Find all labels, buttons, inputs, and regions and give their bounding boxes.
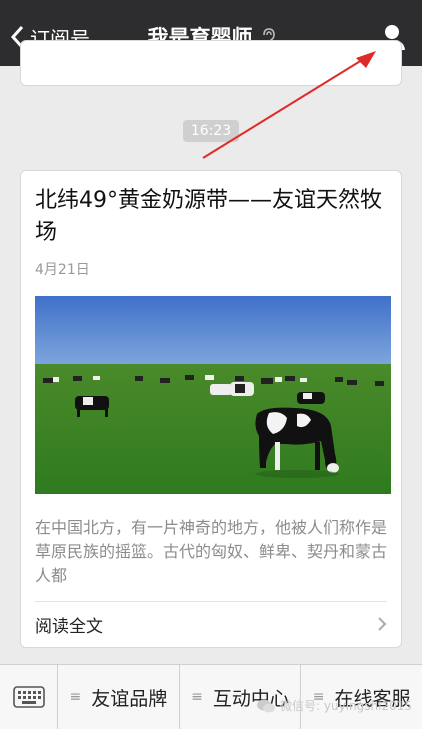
- cows-grazing-photo: [35, 296, 391, 494]
- article-card[interactable]: 北纬49°黄金奶源带——友谊天然牧场 4月21日 在中国北方，有一片神奇的地方，…: [20, 170, 402, 648]
- time-stamp: 16:23: [183, 120, 239, 142]
- article-date: 4月21日: [35, 262, 90, 278]
- article-excerpt: 在中国北方，有一片神奇的地方，他被人们称作是草原民族的摇篮。古代的匈奴、鲜卑、契…: [35, 518, 388, 585]
- previous-article-card[interactable]: [20, 40, 402, 86]
- watermark-text: 微信号: yuyingshi2015: [280, 699, 412, 713]
- keyboard-icon: [12, 686, 45, 708]
- menu-lines-icon: ≡: [69, 689, 82, 705]
- menu-lines-icon: ≡: [191, 689, 203, 705]
- article-cover-image[interactable]: [35, 296, 391, 494]
- watermark: 微信号: yuyingshi2015: [256, 697, 412, 714]
- article-title[interactable]: 北纬49°黄金奶源带——友谊天然牧场: [35, 185, 385, 249]
- menu-item-label: 友谊品牌: [91, 687, 168, 710]
- keyboard-toggle-button[interactable]: [0, 665, 58, 729]
- read-more-label: 阅读全文: [35, 616, 103, 637]
- wechat-logo-icon: [257, 699, 276, 712]
- read-more-link[interactable]: 阅读全文: [35, 602, 387, 646]
- menu-item-brand[interactable]: ≡ 友谊品牌: [58, 665, 180, 729]
- chevron-right-icon: [378, 617, 387, 631]
- status-bar: [0, 0, 422, 8]
